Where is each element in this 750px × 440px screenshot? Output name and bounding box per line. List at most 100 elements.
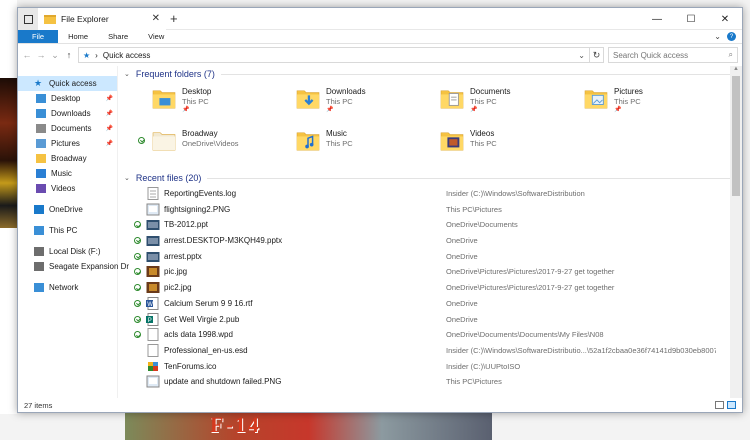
tab-home[interactable]: Home: [58, 30, 98, 43]
recent-file-row[interactable]: pic2.jpg OneDrive\Pictures\Pictures\2017-…: [124, 280, 742, 296]
nav-item-documents[interactable]: Documents 📌: [18, 121, 117, 136]
folder-icon: [296, 132, 320, 151]
nav-item-music[interactable]: Music: [18, 166, 117, 181]
scrollbar-thumb[interactable]: [732, 76, 740, 196]
close-tab-icon[interactable]: ✕: [152, 13, 160, 24]
details-view-button[interactable]: [715, 401, 724, 409]
file-explorer-window: File Explorer ✕ + — ☐ ✕ File Home Share …: [17, 7, 743, 413]
sync-status-icon: [134, 221, 141, 230]
image-icon: [146, 375, 160, 388]
nav-item-quick-access[interactable]: ★ Quick access: [18, 76, 117, 91]
ppt-icon: [146, 220, 160, 231]
address-dropdown-icon[interactable]: ⌄: [578, 51, 589, 60]
tab-share[interactable]: Share: [98, 30, 138, 43]
forward-button[interactable]: →: [36, 50, 46, 60]
nav-item-local-disk-f[interactable]: Local Disk (F:): [18, 244, 117, 259]
address-bar[interactable]: ★ › Quick access ⌄: [78, 47, 590, 63]
frequent-folder-documents[interactable]: Documents This PC 📌: [412, 84, 552, 122]
recent-file-row[interactable]: Professional_en-us.esd Insider (C:)\Windo…: [124, 343, 742, 359]
nav-item-label: Network: [49, 283, 79, 292]
nav-item-network[interactable]: Network: [18, 280, 117, 295]
nav-item-downloads[interactable]: Downloads 📌: [18, 106, 117, 121]
background-game-title: F-14: [210, 412, 261, 437]
frequent-folder-broadway[interactable]: Broadway OneDrive\Videos: [124, 126, 264, 164]
recent-file-row[interactable]: acls data 1998.wpd OneDrive\Documents\Doc…: [124, 327, 742, 343]
background-game-image: [125, 410, 492, 440]
frequent-folder-downloads[interactable]: Downloads This PC 📌: [268, 84, 408, 122]
folder-location: This PC: [326, 97, 353, 106]
new-tab-button[interactable]: +: [170, 11, 178, 26]
frequent-folder-videos[interactable]: Videos This PC: [412, 126, 552, 164]
nav-item-label: Pictures: [51, 139, 80, 148]
photo-icon: [146, 266, 160, 278]
ico-icon: [147, 360, 159, 372]
frequent-folder-desktop[interactable]: Desktop This PC 📌: [124, 84, 264, 122]
folder-location: This PC: [614, 97, 641, 106]
large-icons-view-button[interactable]: [727, 401, 736, 409]
recent-file-row[interactable]: TB-2012.ppt OneDrive\Documents: [124, 217, 742, 233]
scroll-up-icon[interactable]: ▲: [730, 66, 742, 76]
recent-file-row[interactable]: arrest.DESKTOP-M3KQH49.pptx OneDrive: [124, 233, 742, 249]
back-button[interactable]: ←: [22, 50, 32, 60]
frequent-folder-pictures[interactable]: Pictures This PC 📌: [556, 84, 696, 122]
recent-file-row[interactable]: ReportingEvents.log Insider (C:)\Windows\…: [124, 186, 742, 202]
search-box[interactable]: ⌕: [608, 47, 738, 63]
nav-item-label: Local Disk (F:): [49, 247, 101, 256]
nav-item-this-pc[interactable]: This PC: [18, 223, 117, 238]
folder-icon: [584, 90, 608, 109]
recent-file-row[interactable]: W Calcium Serum 9 9 16.rtf OneDrive: [124, 296, 742, 312]
ppt-icon: [146, 236, 160, 247]
frequent-folder-music[interactable]: Music This PC: [268, 126, 408, 164]
recent-locations-button[interactable]: ⌄: [50, 50, 60, 61]
documents-icon: [36, 124, 46, 133]
nav-item-seagate-expansion-dr[interactable]: Seagate Expansion Dr: [18, 259, 129, 274]
tab-file-explorer[interactable]: File Explorer ✕: [38, 8, 166, 30]
tab-view[interactable]: View: [138, 30, 174, 43]
pin-icon: 📌: [105, 141, 113, 147]
close-button[interactable]: ✕: [708, 8, 742, 30]
nav-item-pictures[interactable]: Pictures 📌: [18, 136, 117, 151]
file-name: flightsigning2.PNG: [164, 204, 231, 214]
expand-ribbon-icon[interactable]: ⌄: [714, 32, 721, 41]
maximize-button[interactable]: ☐: [674, 8, 708, 30]
folder-icon: [152, 132, 176, 151]
nav-item-videos[interactable]: Videos: [18, 181, 117, 196]
file-name: update and shutdown failed.PNG: [164, 377, 282, 387]
file-name: Professional_en-us.esd: [164, 345, 248, 355]
file-name: Calcium Serum 9 9 16.rtf: [164, 298, 253, 308]
recent-file-row[interactable]: flightsigning2.PNG This PC\Pictures: [124, 202, 742, 218]
recent-file-row[interactable]: pic.jpg OneDrive\Pictures\Pictures\2017-9…: [124, 264, 742, 280]
window-menu-button[interactable]: [18, 8, 38, 30]
drive-icon: [34, 247, 44, 256]
recent-files-header[interactable]: ⌄ Recent files (20): [124, 170, 742, 186]
item-count: 27 items: [24, 400, 53, 410]
nav-item-label: Desktop: [51, 94, 81, 103]
file-name: pic2.jpg: [164, 283, 192, 293]
recent-file-row[interactable]: arrest.pptx OneDrive: [124, 249, 742, 265]
search-input[interactable]: [613, 50, 713, 60]
tab-file[interactable]: File: [18, 30, 59, 43]
nav-item-desktop[interactable]: Desktop 📌: [18, 91, 117, 106]
up-button[interactable]: ↑: [64, 50, 74, 60]
background-image: [0, 78, 17, 228]
recent-file-row[interactable]: update and shutdown failed.PNG This PC\Pi…: [124, 374, 742, 390]
nav-item-label: Videos: [51, 184, 76, 193]
file-name: ReportingEvents.log: [164, 189, 237, 198]
folder-icon: [44, 14, 56, 24]
folder-icon: [152, 90, 176, 109]
folder-icon: [36, 154, 46, 163]
nav-item-onedrive[interactable]: OneDrive: [18, 202, 117, 217]
pin-icon: 📌: [470, 107, 478, 113]
desktop-background: [0, 0, 17, 440]
vertical-scrollbar[interactable]: ▲: [730, 66, 742, 398]
recent-file-row[interactable]: TenForums.ico Insider (C:)\UUPtoISO: [124, 359, 742, 375]
refresh-button[interactable]: ↻: [590, 47, 604, 63]
nav-item-broadway[interactable]: Broadway: [18, 151, 117, 166]
minimize-button[interactable]: —: [640, 8, 674, 30]
collapse-chevron-icon[interactable]: ⌄: [124, 174, 130, 182]
help-icon[interactable]: ?: [727, 32, 736, 41]
collapse-chevron-icon[interactable]: ⌄: [124, 70, 130, 78]
frequent-folders-header[interactable]: ⌄ Frequent folders (7): [124, 66, 742, 82]
recent-file-row[interactable]: P Get Well Virgie 2.pub OneDrive: [124, 312, 742, 328]
pin-icon: 📌: [105, 126, 113, 132]
